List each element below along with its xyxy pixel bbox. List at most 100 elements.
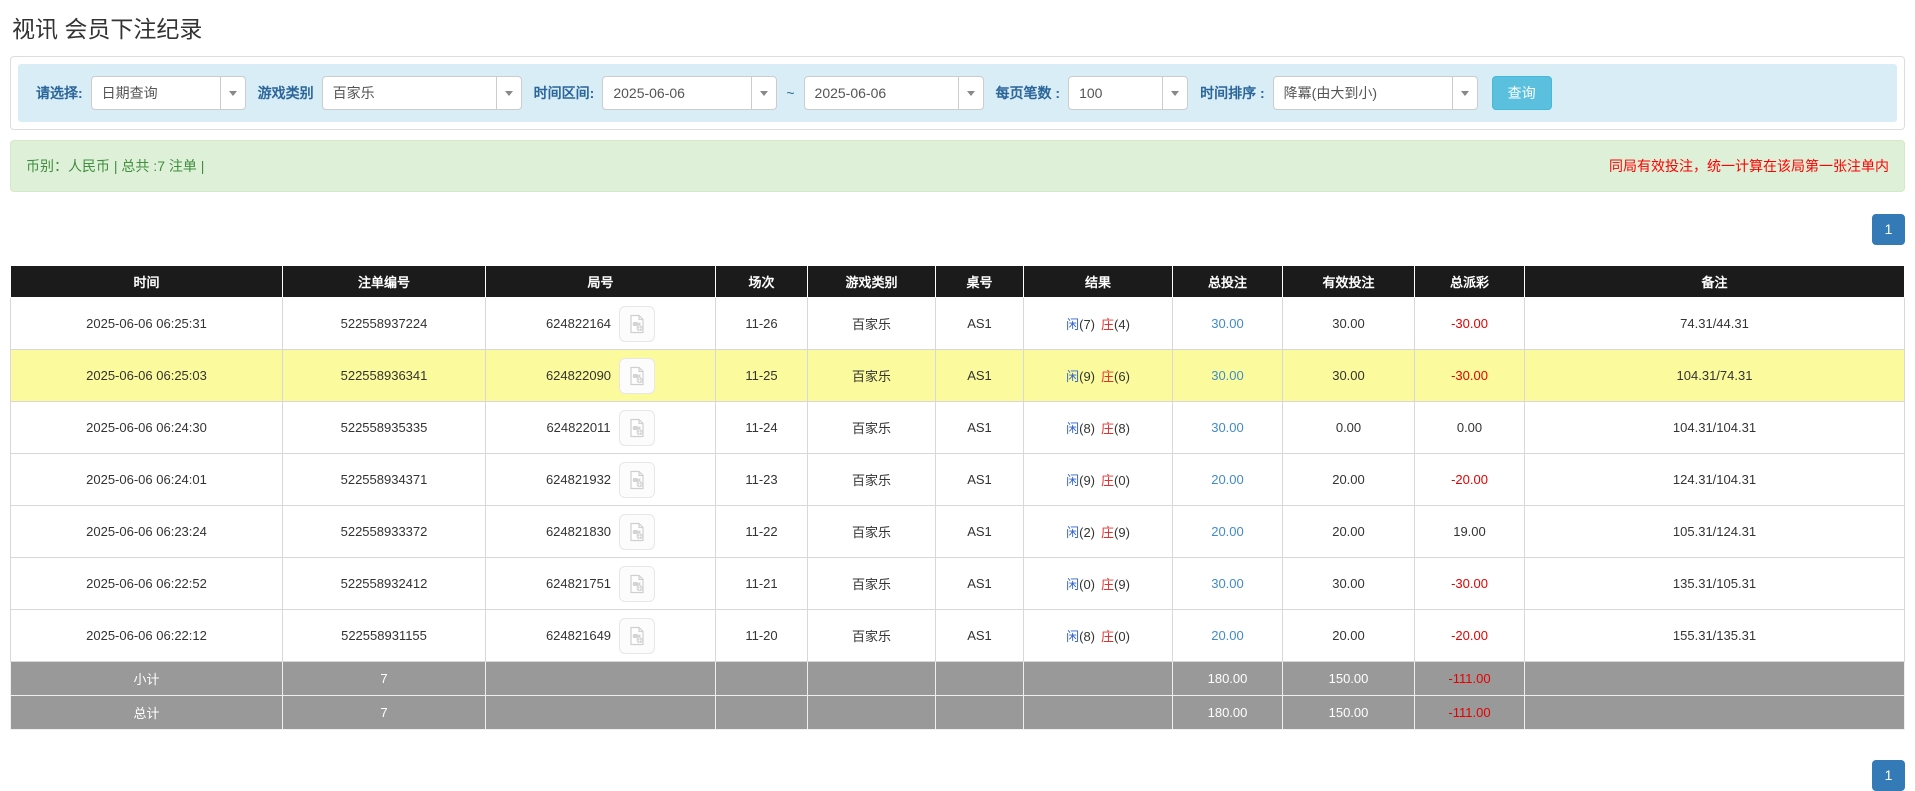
result-player-score: (8) xyxy=(1079,421,1095,436)
cell-session: 11-26 xyxy=(715,297,808,350)
cell-game-type: 百家乐 xyxy=(807,401,936,454)
subtotal-valid-bet: 150.00 xyxy=(1282,661,1415,696)
video-file-icon xyxy=(630,366,644,385)
header-bet-id: 注单编号 xyxy=(282,265,486,298)
round-id-value: 624822011 xyxy=(546,420,611,435)
result-player-label: 闲 xyxy=(1066,473,1080,488)
cell-time: 2025-06-06 06:22:52 xyxy=(10,557,283,610)
result-player-score: (8) xyxy=(1079,629,1095,644)
cell-remark: 105.31/124.31 xyxy=(1524,505,1905,558)
video-replay-button[interactable] xyxy=(619,565,656,602)
subtotal-count: 7 xyxy=(282,661,486,696)
cell-total-bet: 20.00 xyxy=(1172,609,1283,662)
cell-payout: 0.00 xyxy=(1414,401,1525,454)
cell-bet-id: 522558935335 xyxy=(282,401,486,454)
cell-bet-id: 522558931155 xyxy=(282,609,486,662)
query-type-select[interactable]: 日期查询 xyxy=(90,76,246,110)
pagination-bottom: 1 xyxy=(10,760,1905,791)
cell-result: 闲(9) 庄(6) xyxy=(1023,349,1173,402)
date-range-tilde: ~ xyxy=(786,85,795,101)
result-banker-label: 庄 xyxy=(1101,369,1115,384)
cell-bet-id: 522558932412 xyxy=(282,557,486,610)
result-player-label: 闲 xyxy=(1066,525,1080,540)
video-replay-button[interactable] xyxy=(619,357,656,394)
round-id-value: 624821649 xyxy=(545,628,612,643)
cell-game-type: 百家乐 xyxy=(807,557,936,610)
table-row: 2025-06-06 06:24:30 522558935335 6248220… xyxy=(10,401,1905,454)
header-result: 结果 xyxy=(1023,265,1173,298)
pagination-top: 1 xyxy=(10,214,1905,245)
video-file-icon xyxy=(630,314,644,333)
video-file-icon xyxy=(629,418,644,437)
filter-bar: 请选择: 日期查询 游戏类别 百家乐 时间区间: 2025-06-06 ~ 20… xyxy=(18,64,1897,122)
cell-table-no: AS1 xyxy=(935,453,1024,506)
cell-game-type: 百家乐 xyxy=(807,609,936,662)
header-session: 场次 xyxy=(715,265,808,298)
cell-session: 11-24 xyxy=(715,401,808,454)
header-total-bet: 总投注 xyxy=(1172,265,1283,298)
page-1-button[interactable]: 1 xyxy=(1872,214,1905,245)
chevron-down-icon xyxy=(495,77,521,109)
date-from-select[interactable]: 2025-06-06 xyxy=(602,76,778,110)
total-bet-link[interactable]: 20.00 xyxy=(1211,524,1244,539)
result-banker-score: (4) xyxy=(1114,317,1130,332)
result-player-score: (9) xyxy=(1079,473,1095,488)
cell-result: 闲(7) 庄(4) xyxy=(1023,297,1173,350)
result-player-score: (0) xyxy=(1079,577,1095,592)
result-banker-score: (0) xyxy=(1114,473,1130,488)
video-file-icon xyxy=(630,626,644,645)
chevron-down-icon xyxy=(751,77,776,109)
result-player-score: (7) xyxy=(1079,317,1095,332)
result-banker-score: (0) xyxy=(1114,629,1130,644)
date-range-label: 时间区间: xyxy=(533,85,595,101)
header-table-no: 桌号 xyxy=(935,265,1024,298)
total-bet-link[interactable]: 30.00 xyxy=(1211,316,1244,331)
total-bet-link[interactable]: 30.00 xyxy=(1211,420,1244,435)
video-replay-button[interactable] xyxy=(618,409,655,446)
chevron-down-icon xyxy=(219,77,245,109)
page-size-select[interactable]: 100 xyxy=(1068,76,1189,110)
filter-panel: 请选择: 日期查询 游戏类别 百家乐 时间区间: 2025-06-06 ~ 20… xyxy=(10,56,1905,130)
same-round-notice: 同局有效投注，统一计算在该局第一张注单内 xyxy=(1609,158,1889,174)
header-remark: 备注 xyxy=(1524,265,1905,298)
search-button[interactable]: 查询 xyxy=(1491,76,1552,110)
video-replay-button[interactable] xyxy=(619,305,656,342)
subtotal-row: 小计 7 180.00 150.00 -111.00 xyxy=(10,661,1905,696)
result-banker-label: 庄 xyxy=(1101,473,1115,488)
page-1-button[interactable]: 1 xyxy=(1872,760,1905,791)
cell-valid-bet: 30.00 xyxy=(1282,349,1415,402)
video-replay-button[interactable] xyxy=(619,617,656,654)
query-type-label: 请选择: xyxy=(36,85,83,101)
video-replay-button[interactable] xyxy=(619,513,656,550)
cell-remark: 74.31/44.31 xyxy=(1524,297,1905,350)
result-banker-label: 庄 xyxy=(1101,629,1115,644)
cell-remark: 104.31/74.31 xyxy=(1524,349,1905,402)
total-bet-link[interactable]: 30.00 xyxy=(1211,576,1244,591)
cell-result: 闲(8) 庄(0) xyxy=(1023,609,1173,662)
cell-time: 2025-06-06 06:23:24 xyxy=(10,505,283,558)
total-bet-link[interactable]: 20.00 xyxy=(1211,472,1244,487)
round-id-value: 624821751 xyxy=(545,576,612,591)
game-type-label: 游戏类别 xyxy=(257,85,314,101)
cell-total-bet: 20.00 xyxy=(1172,505,1283,558)
date-from-value: 2025-06-06 xyxy=(613,85,685,101)
cell-payout: -30.00 xyxy=(1414,349,1525,402)
betting-records-table: 时间 注单编号 局号 场次 游戏类别 桌号 结果 总投注 有效投注 总派彩 备注… xyxy=(10,265,1905,730)
chevron-down-icon xyxy=(957,77,983,109)
subtotal-payout: -111.00 xyxy=(1414,661,1525,696)
date-to-select[interactable]: 2025-06-06 xyxy=(803,76,984,110)
game-type-select[interactable]: 百家乐 xyxy=(321,76,522,110)
cell-table-no: AS1 xyxy=(935,557,1024,610)
header-time: 时间 xyxy=(10,265,283,298)
video-replay-button[interactable] xyxy=(619,461,656,498)
cell-total-bet: 30.00 xyxy=(1172,349,1283,402)
result-banker-score: (8) xyxy=(1114,421,1130,436)
total-bet-link[interactable]: 30.00 xyxy=(1211,368,1244,383)
cell-valid-bet: 30.00 xyxy=(1282,297,1415,350)
total-count: 7 xyxy=(282,695,486,730)
total-bet-link[interactable]: 20.00 xyxy=(1211,628,1244,643)
header-valid-bet: 有效投注 xyxy=(1282,265,1415,298)
time-sort-select[interactable]: 降冪(由大到小) xyxy=(1272,76,1478,110)
cell-remark: 104.31/104.31 xyxy=(1524,401,1905,454)
cell-table-no: AS1 xyxy=(935,349,1024,402)
